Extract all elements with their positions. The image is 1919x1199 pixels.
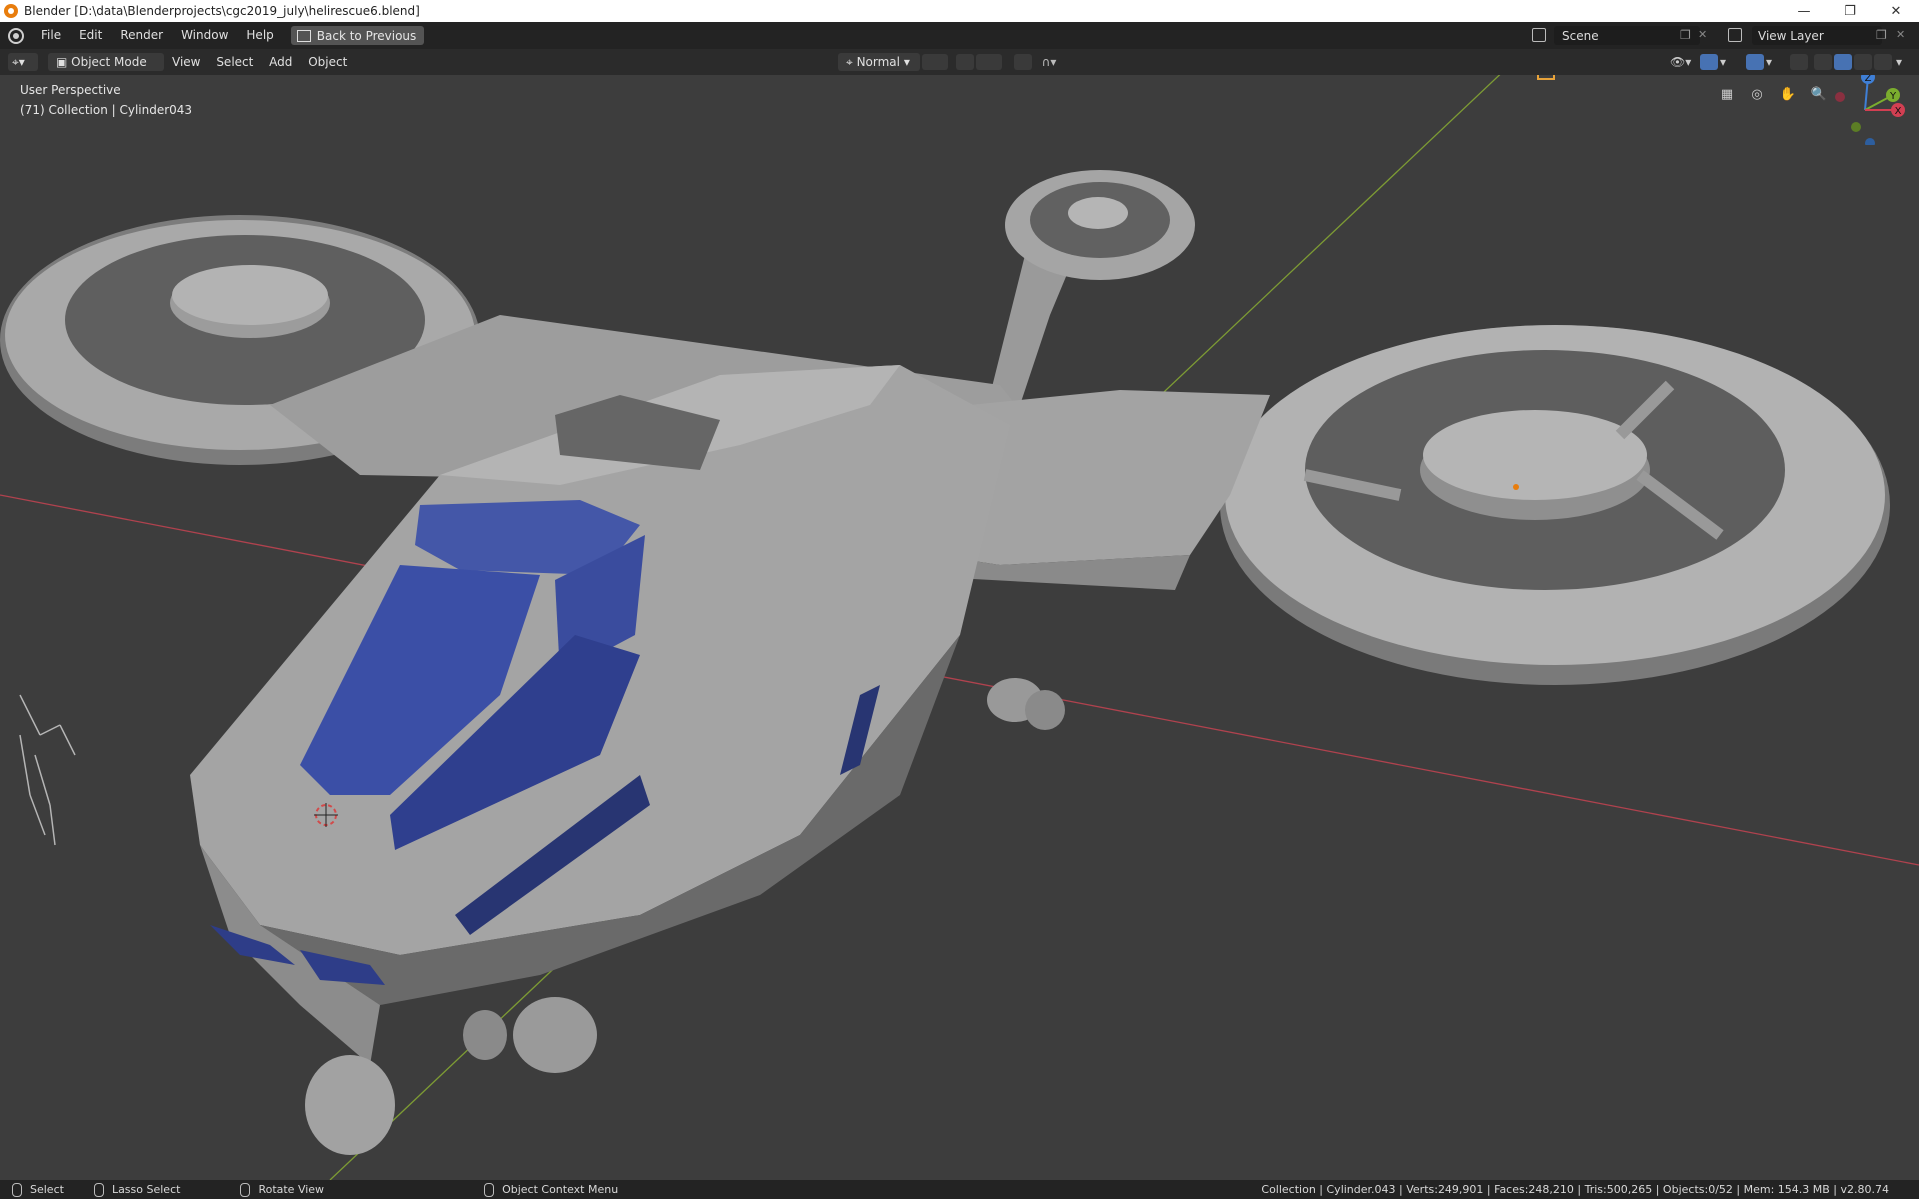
minimize-icon[interactable]: — [1781, 0, 1827, 22]
scene-field[interactable]: Scene [1554, 26, 1700, 45]
blender-logo-icon[interactable] [8, 27, 24, 44]
top-menu-bar: File Edit Render Window Help Back to Pre… [0, 22, 1919, 49]
falloff-icon[interactable]: ∩▾ [1036, 54, 1062, 70]
camera-view-icon[interactable]: ◎ [1745, 82, 1769, 106]
orientation-dropdown[interactable]: ⌖ Normal ▾ [838, 53, 920, 71]
snap-target-icon[interactable] [976, 54, 1002, 70]
back-screen-icon [296, 29, 311, 42]
status-bar: Select Lasso Select Rotate View Object C… [0, 1180, 1919, 1199]
back-to-previous-label: Back to Previous [316, 28, 417, 43]
right-mouse-icon [484, 1182, 495, 1197]
shading-material-icon[interactable] [1854, 54, 1872, 70]
blender-app-icon [4, 4, 18, 18]
camera-lock-icon[interactable] [1537, 75, 1555, 80]
ortho-toggle-icon[interactable]: ▦ [1715, 82, 1739, 106]
window-title: Blender [D:\data\Blenderprojects\cgc2019… [24, 4, 420, 18]
overlay-toggle-icon[interactable] [1746, 54, 1764, 70]
menu-help[interactable]: Help [237, 22, 282, 49]
scene-name: Scene [1562, 28, 1599, 43]
gizmo-y-label: Y [1889, 91, 1897, 102]
status-context-label: Object Context Menu [502, 1183, 619, 1196]
view-layer-icon[interactable] [1728, 28, 1742, 42]
status-lasso: Lasso Select [93, 1182, 181, 1197]
orientation-label: Normal [856, 55, 900, 69]
status-select: Select [12, 1182, 64, 1197]
status-lasso-label: Lasso Select [111, 1183, 181, 1196]
mode-label: Object Mode [71, 55, 147, 69]
middle-mouse-icon [240, 1182, 251, 1197]
viewport-header: ⌖▾ ▣ Object Mode ▾ View Select Add Objec… [0, 49, 1919, 87]
snap-toggle-icon[interactable] [956, 54, 974, 70]
view-perspective-label: User Perspective [20, 83, 121, 97]
scene-remove-icon[interactable]: ✕ [1698, 28, 1712, 42]
menu-object[interactable]: Object [302, 55, 353, 69]
back-to-previous-button[interactable]: Back to Previous [290, 26, 425, 45]
right-rotor [1220, 325, 1890, 685]
view-layer-name: View Layer [1758, 28, 1824, 43]
menu-render[interactable]: Render [111, 22, 172, 49]
main-menu: File Edit Render Window Help [32, 22, 283, 49]
object-mode-icon: ▣ [56, 55, 72, 69]
gizmo-toggle-icon[interactable] [1700, 54, 1718, 70]
shading-solid-icon[interactable] [1834, 54, 1852, 70]
xray-toggle-icon[interactable] [1790, 54, 1808, 70]
status-context: Object Context Menu [484, 1182, 619, 1197]
editor-type-dropdown[interactable]: ⌖▾ [8, 53, 38, 71]
navigation-gizmo[interactable]: Z Y X [1820, 75, 1910, 145]
gizmo-z-label: Z [1865, 75, 1872, 84]
menu-window[interactable]: Window [172, 22, 237, 49]
orientation-icon: ⌖ [846, 55, 857, 69]
menu-file[interactable]: File [32, 22, 70, 49]
pivot-point-icon[interactable] [922, 54, 948, 70]
status-rotate-label: Rotate View [258, 1183, 325, 1196]
scene-type-icon[interactable] [1532, 28, 1546, 42]
scene-statistics: Collection | Cylinder.043 | Verts:249,90… [1261, 1183, 1889, 1196]
3d-viewport[interactable]: User Perspective (71) Collection | Cylin… [0, 75, 1919, 1180]
fuselage [190, 365, 1010, 1065]
shading-rendered-icon[interactable] [1874, 54, 1892, 70]
restore-icon[interactable]: ❐ [1827, 0, 1873, 22]
view-layer-field[interactable]: View Layer [1752, 26, 1882, 45]
collection-info-label: (71) Collection | Cylinder043 [20, 103, 193, 117]
gizmo-dropdown-icon[interactable]: ▾ [1720, 54, 1732, 70]
viewport-scene [0, 75, 1919, 1180]
close-icon[interactable]: ✕ [1873, 0, 1919, 22]
editor-type-icon: ⌖▾ [12, 55, 25, 69]
drag-mouse-icon [93, 1182, 104, 1197]
gizmo-x-label: X [1895, 106, 1902, 117]
visibility-icon[interactable]: 👁▾ [1670, 54, 1696, 70]
window-controls: — ❐ ✕ [1781, 0, 1919, 22]
view-layer-remove-icon[interactable]: ✕ [1896, 28, 1910, 42]
window-titlebar: Blender [D:\data\Blenderprojects\cgc2019… [0, 0, 1919, 22]
left-mouse-icon [12, 1182, 22, 1197]
status-select-label: Select [30, 1183, 64, 1196]
view-layer-new-icon[interactable]: ❐ [1876, 28, 1890, 42]
mode-dropdown[interactable]: ▣ Object Mode ▾ [48, 53, 164, 87]
menu-add[interactable]: Add [263, 55, 298, 69]
menu-select[interactable]: Select [210, 55, 259, 69]
pan-hand-icon[interactable]: ✋ [1776, 82, 1800, 106]
shading-dropdown-icon[interactable]: ▾ [1896, 54, 1908, 70]
overlay-dropdown-icon[interactable]: ▾ [1766, 54, 1778, 70]
shading-wireframe-icon[interactable] [1814, 54, 1832, 70]
menu-view[interactable]: View [166, 55, 206, 69]
scene-new-icon[interactable]: ❐ [1680, 28, 1694, 42]
menu-edit[interactable]: Edit [70, 22, 111, 49]
proportional-edit-icon[interactable] [1014, 54, 1032, 70]
armature-rig [19, 694, 76, 846]
tail-rotor [990, 170, 1195, 405]
status-rotate: Rotate View [240, 1182, 325, 1197]
viewport-menus: View Select Add Object [166, 53, 353, 71]
